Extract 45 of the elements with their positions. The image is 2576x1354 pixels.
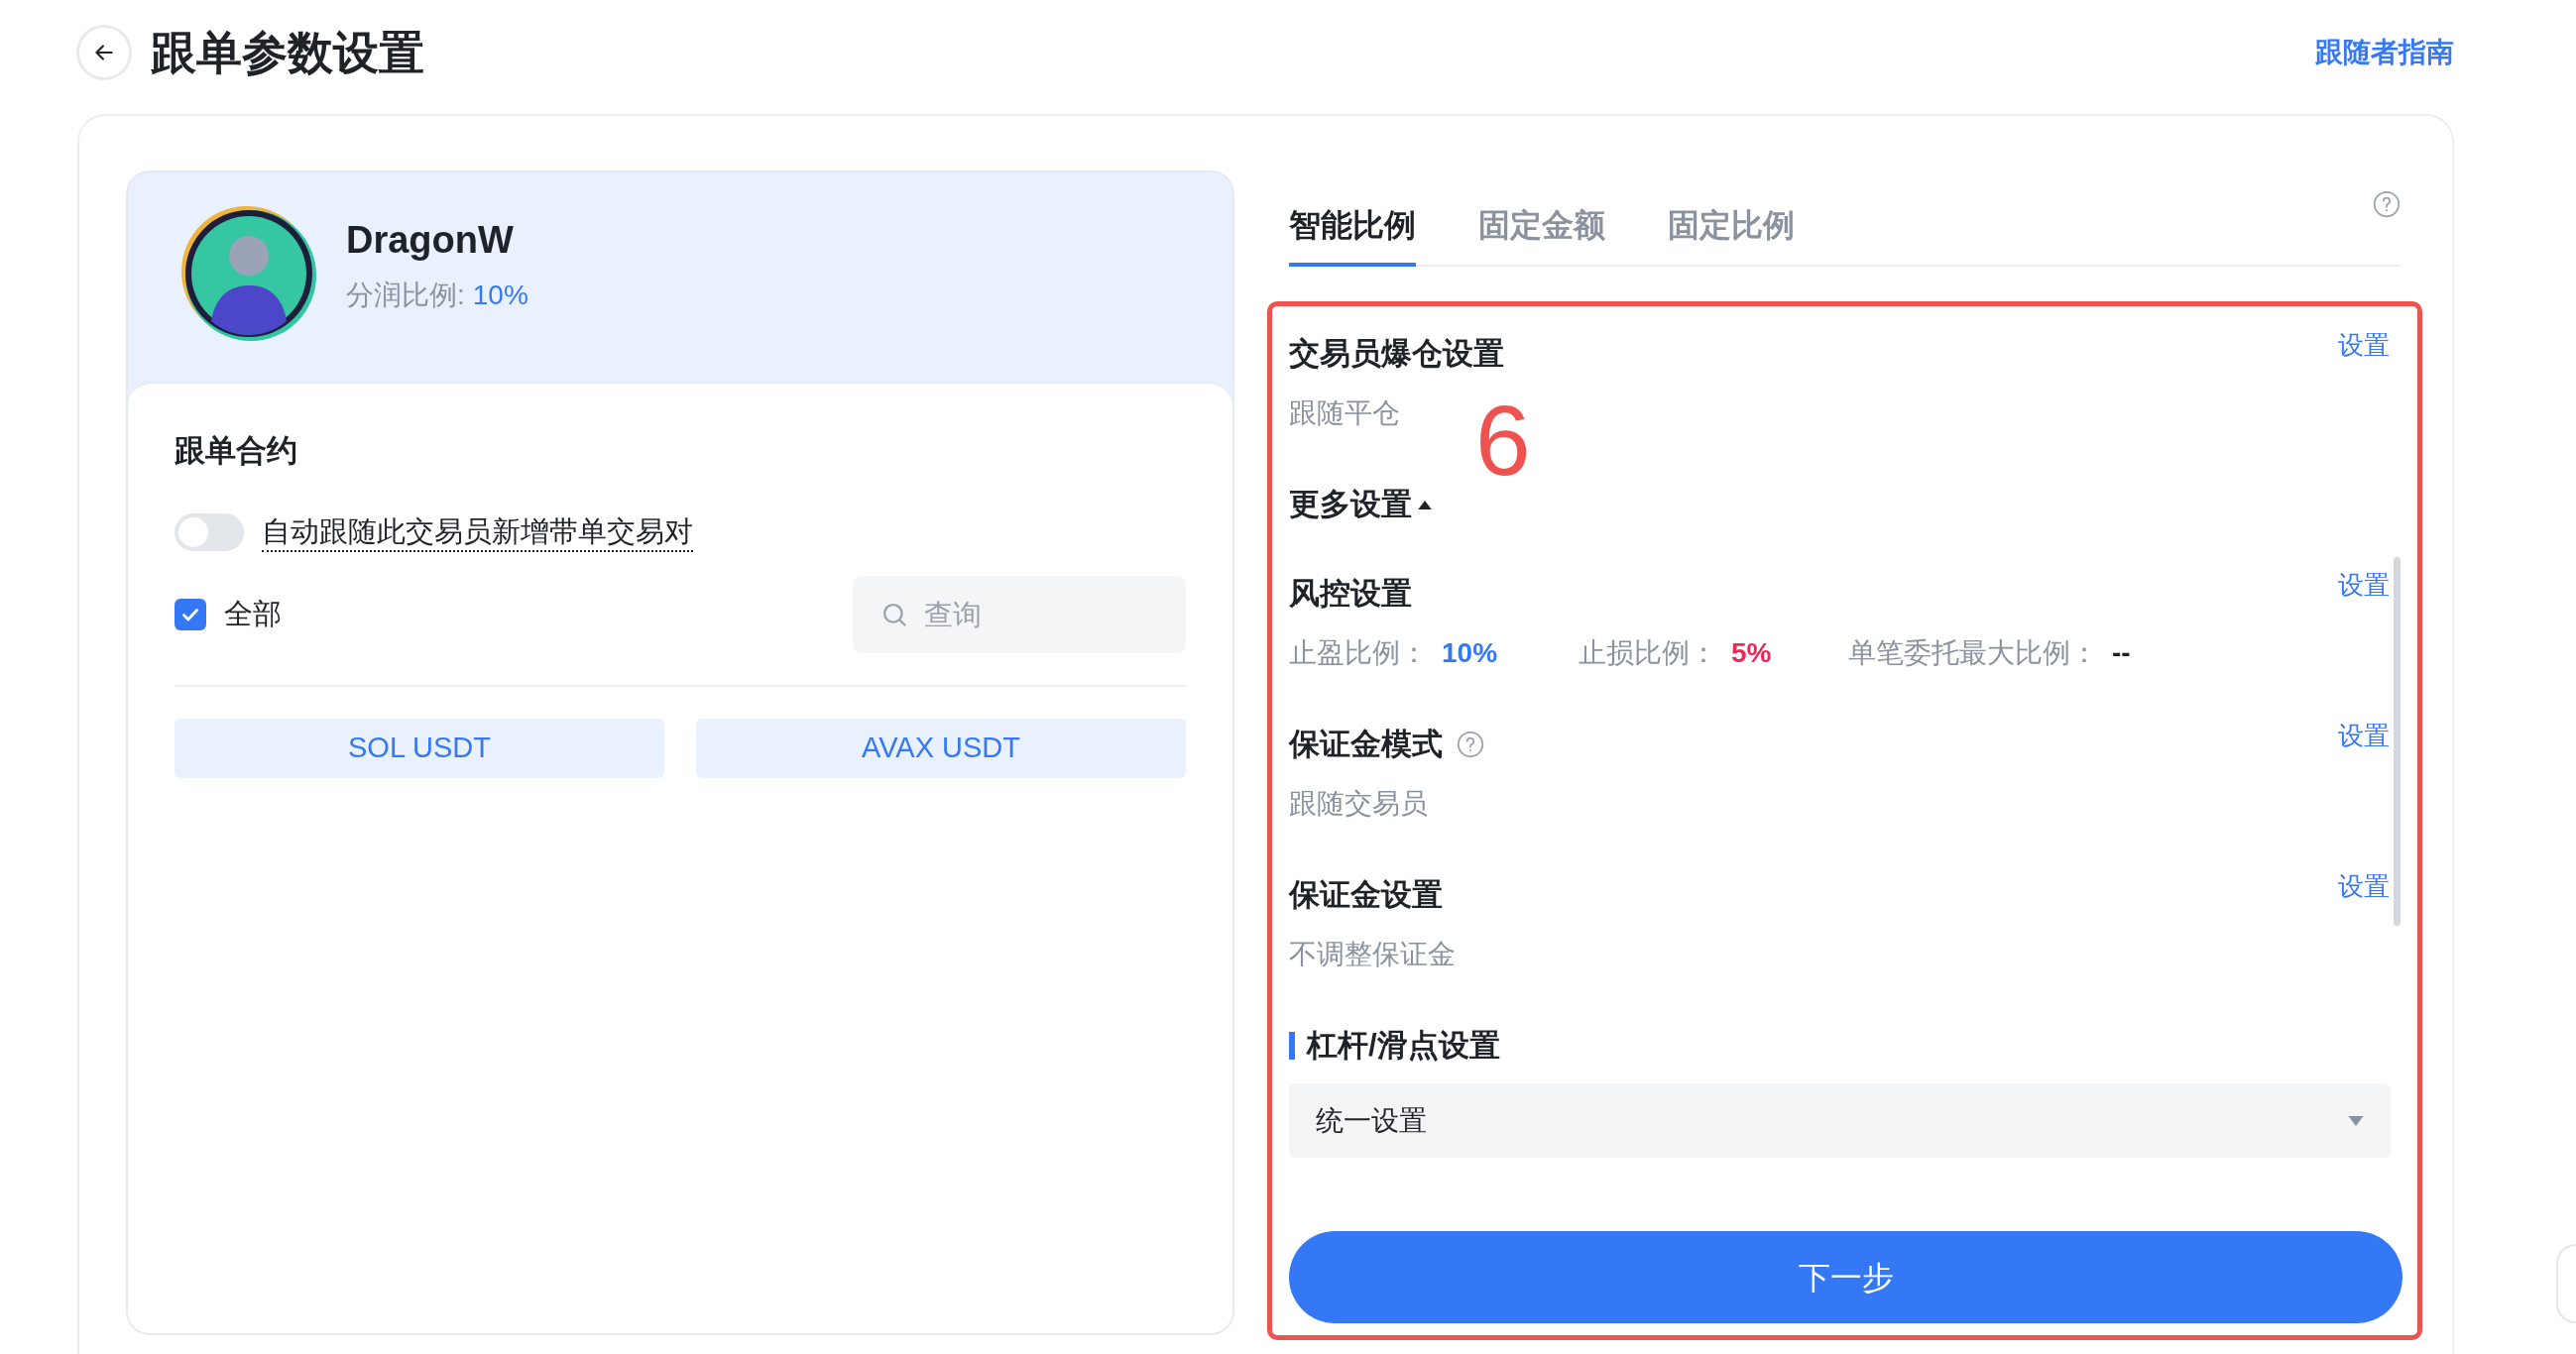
settings-link[interactable]: 设置 bbox=[2338, 867, 2390, 906]
setting-title: 交易员爆仓设置 bbox=[1289, 335, 1504, 373]
dropdown[interactable]: 统一设置 bbox=[1289, 1083, 2391, 1158]
guide-link[interactable]: 跟随者指南 bbox=[2315, 31, 2454, 73]
risk-label: 单笔委托最大比例： bbox=[1848, 636, 2098, 670]
settings-link[interactable]: 设置 bbox=[2338, 566, 2390, 605]
tab[interactable]: 固定金额 bbox=[1478, 205, 1605, 267]
settings-link[interactable]: 设置 bbox=[2338, 717, 2390, 755]
setting-value: 跟随交易员 bbox=[1289, 787, 1429, 821]
search-field[interactable]: 查询 bbox=[853, 576, 1186, 653]
checkbox[interactable] bbox=[175, 599, 206, 630]
risk-value: 5% bbox=[1731, 636, 1772, 670]
setting-title: 保证金设置 bbox=[1289, 876, 1443, 914]
select-all-label: 全部 bbox=[224, 597, 282, 632]
risk-value: -- bbox=[2112, 636, 2131, 670]
page-title: 跟单参数设置 bbox=[151, 29, 424, 75]
search-icon bbox=[880, 601, 908, 628]
section-title: 跟单合约 bbox=[175, 432, 298, 470]
more-settings-toggle[interactable]: 更多设置 bbox=[1289, 485, 1432, 524]
risk-value: 10% bbox=[1442, 636, 1498, 670]
caret-icon bbox=[1418, 500, 1432, 509]
auto-follow-label: 自动跟随此交易员新增带单交易对 bbox=[262, 512, 693, 552]
risk-label: 止损比例： bbox=[1579, 636, 1717, 670]
setting-title: 杠杆/滑点设置 bbox=[1307, 1027, 1500, 1065]
risk-label: 止盈比例： bbox=[1289, 636, 1428, 670]
annotation-number: 6 bbox=[1475, 386, 1531, 495]
dropdown-caret-icon bbox=[2348, 1115, 2364, 1126]
profit-share-value: 10% bbox=[472, 279, 528, 312]
tab[interactable]: 固定比例 bbox=[1668, 205, 1795, 267]
help-icon[interactable] bbox=[2373, 190, 2400, 218]
accent-bar bbox=[1289, 1032, 1295, 1060]
profit-share-label: 分润比例: bbox=[346, 279, 465, 312]
tab[interactable]: 智能比例 bbox=[1289, 205, 1416, 267]
trading-pair-chip[interactable]: SOL USDT bbox=[175, 719, 664, 778]
scrollbar[interactable] bbox=[2394, 557, 2400, 926]
next-button[interactable]: 下一步 bbox=[1289, 1231, 2402, 1323]
setting-title: 保证金模式 bbox=[1289, 726, 1443, 763]
trading-pair-chip[interactable]: AVAX USDT bbox=[696, 719, 1186, 778]
setting-title: 风控设置 bbox=[1289, 575, 1412, 613]
trader-name: DragonW bbox=[346, 218, 515, 263]
toggle-switch[interactable] bbox=[175, 513, 244, 551]
setting-value: 不调整保证金 bbox=[1289, 938, 1457, 971]
setting-value: 跟随平仓 bbox=[1289, 396, 1401, 430]
settings-link[interactable]: 设置 bbox=[2338, 326, 2390, 365]
help-icon[interactable] bbox=[1457, 731, 1484, 758]
